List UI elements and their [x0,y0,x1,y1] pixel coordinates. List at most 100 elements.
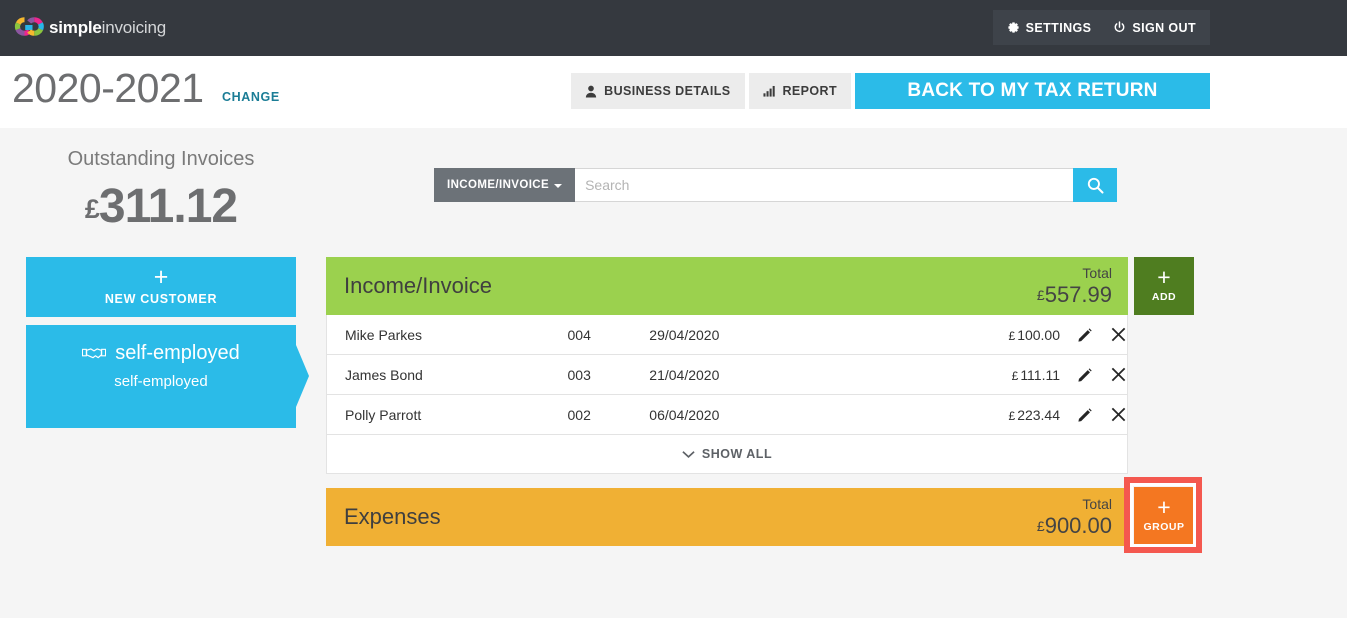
chevron-down-icon [554,184,563,188]
simpleinvoicing-logo-icon [14,17,44,36]
show-all-label: SHOW ALL [701,447,773,461]
row-invoice-number: 002 [567,406,591,423]
expenses-total-value: 900.00 [1044,512,1112,538]
search-category-label: INCOME/INVOICE [447,179,550,191]
row-date: 21/04/2020 [649,366,720,383]
pencil-icon[interactable] [1077,367,1093,383]
expenses-total-label: Total [1082,496,1112,513]
expenses-panel-header[interactable]: Expenses Total £900.00 [326,488,1128,546]
show-all-button[interactable]: SHOW ALL [327,435,1127,473]
outstanding-amount-value: 311.12 [98,180,238,233]
close-icon[interactable] [1110,366,1127,383]
outstanding-currency-symbol: £ [84,194,100,224]
gear-icon [1008,22,1019,33]
pencil-icon[interactable] [1077,407,1093,423]
customer-card-self-employed[interactable]: self-employed self-employed [26,325,309,428]
settings-label: SETTINGS [1025,20,1092,35]
person-icon [586,85,597,97]
row-customer-name: Mike Parkes [345,326,423,343]
magnifier-icon [1087,177,1104,194]
search-submit-button[interactable] [1073,168,1118,202]
expenses-total-amount: £900.00 [1037,514,1112,537]
row-invoice-number: 003 [567,366,591,383]
selected-arrow-indicator [296,345,309,407]
account-nav-group: SETTINGS SIGN OUT [992,10,1210,45]
table-row[interactable]: James Bond 003 21/04/2020 £111.11 [327,355,1127,395]
income-rows-container: Mike Parkes 004 29/04/2020 £100.00 James… [326,315,1128,474]
income-invoice-panel: Income/Invoice Total £557.99 Mike Parkes… [326,257,1128,474]
row-actions [1060,366,1127,383]
close-icon[interactable] [1110,406,1127,423]
expenses-panel-title: Expenses [344,504,441,529]
row-customer-name: Polly Parrott [345,406,422,423]
change-year-link[interactable]: CHANGE [222,90,280,104]
income-panel-header[interactable]: Income/Invoice Total £557.99 [326,257,1128,315]
customer-name: self-employed [115,342,240,364]
expenses-panel-total: Total £900.00 [1037,497,1112,537]
pencil-icon[interactable] [1077,327,1093,343]
chevron-down-icon [682,450,695,458]
settings-button[interactable]: SETTINGS [1007,21,1092,35]
row-amount: £100.00 [904,326,1061,343]
close-icon[interactable] [1110,326,1127,343]
row-amount-value: 111.11 [1020,366,1061,383]
report-button[interactable]: REPORT [748,73,851,109]
sign-out-button[interactable]: SIGN OUT [1113,21,1196,35]
row-actions [1060,406,1127,423]
search-input[interactable] [575,168,1074,202]
row-invoice-number: 004 [567,326,591,343]
income-panel-title: Income/Invoice [344,273,492,298]
income-total-amount: £557.99 [1037,283,1112,306]
outstanding-invoices-amount: £311.12 [0,178,322,236]
row-customer-name: James Bond [345,366,423,383]
handshake-icon [82,348,107,359]
search-category-dropdown[interactable]: INCOME/INVOICE [434,168,576,202]
report-label: REPORT [782,84,837,98]
logo-wordmark: simpleinvoicing [49,19,166,36]
row-amount-value: 223.44 [1017,406,1061,423]
search-bar: INCOME/INVOICE [434,168,1118,202]
new-customer-button[interactable]: + NEW CUSTOMER [26,257,296,317]
business-details-button[interactable]: BUSINESS DETAILS [571,73,745,109]
row-amount-value: 100.00 [1017,326,1061,343]
add-button-label: ADD [1151,291,1177,303]
income-total-label: Total [1082,265,1112,282]
tax-year-title: 2020-2021 [12,65,204,111]
table-row[interactable]: Polly Parrott 002 06/04/2020 £223.44 [327,395,1127,435]
logo-word-simple: simple [49,17,102,37]
group-button-label: GROUP [1143,521,1185,533]
back-to-tax-return-button[interactable]: BACK TO MY TAX RETURN [855,73,1210,109]
app-logo[interactable]: simpleinvoicing [12,14,166,40]
business-details-label: BUSINESS DETAILS [604,84,731,98]
outstanding-invoices-label: Outstanding Invoices [67,148,255,170]
row-currency: £ [1011,368,1019,383]
power-icon [1114,21,1125,33]
table-row[interactable]: Mike Parkes 004 29/04/2020 £100.00 [327,315,1127,355]
header-action-buttons: BUSINESS DETAILS REPORT BACK TO MY TAX R… [571,73,1210,109]
income-panel-total: Total £557.99 [1037,266,1112,306]
customer-subtitle: self-employed [114,373,208,390]
expenses-panel: Expenses Total £900.00 [326,488,1128,546]
row-currency: £ [1008,408,1016,423]
row-amount: £111.11 [904,367,1060,383]
expenses-total-currency: £ [1036,517,1045,534]
row-date: 29/04/2020 [649,326,720,343]
customer-card-title: self-employed [26,342,296,365]
row-actions [1060,326,1127,343]
plus-icon: + [1157,494,1171,520]
logo-word-invoicing: invoicing [101,17,167,37]
bar-chart-icon [762,85,775,97]
page-header-bar: 2020-2021 CHANGE BUSINESS DETAILS REPORT… [0,56,1347,128]
income-total-value: 557.99 [1044,281,1112,307]
row-date: 06/04/2020 [649,406,720,423]
new-customer-label: NEW CUSTOMER [104,292,218,306]
plus-icon: + [1157,264,1171,290]
row-currency: £ [1008,328,1016,343]
add-expense-group-button[interactable]: + GROUP [1134,487,1194,545]
add-income-button[interactable]: + ADD [1134,257,1194,315]
sign-out-label: SIGN OUT [1132,20,1196,35]
top-navigation-bar: simpleinvoicing SETTINGS SIGN OUT [0,0,1347,56]
plus-icon: + [153,263,169,291]
row-amount: £223.44 [904,406,1061,423]
income-total-currency: £ [1036,286,1045,303]
